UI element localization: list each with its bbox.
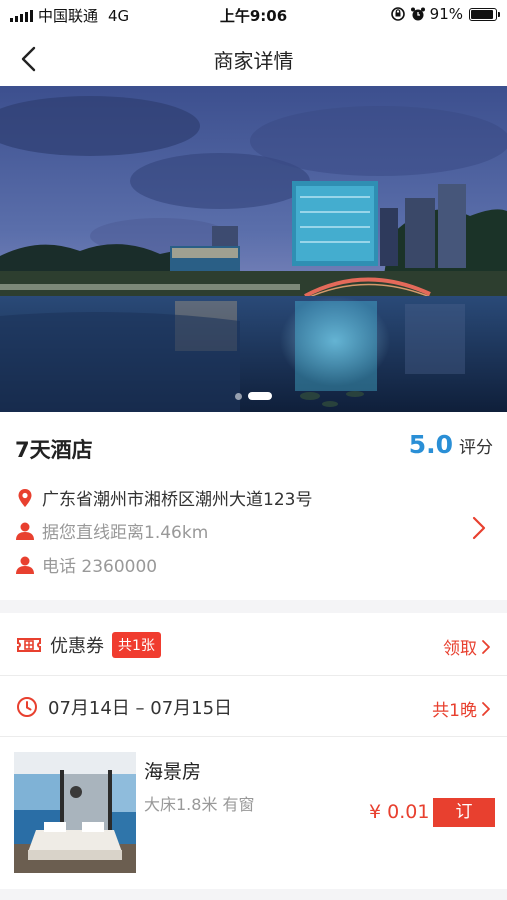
person-icon (15, 521, 35, 541)
hero-carousel[interactable] (0, 86, 507, 412)
section-divider (0, 600, 507, 613)
book-button[interactable]: 订 (433, 798, 495, 827)
date-picker[interactable]: 07月14日 – 07月15日 (16, 694, 232, 720)
nights-selector[interactable]: 共1晚 (432, 696, 491, 721)
back-button[interactable] (12, 42, 46, 76)
nav-bar: 商家详情 (0, 30, 507, 86)
battery-icon (469, 7, 500, 21)
chevron-left-icon (21, 46, 36, 72)
carousel-indicator (0, 392, 507, 400)
distance-row[interactable]: 据您直线距离1.46km (15, 518, 208, 543)
coupon-label: 优惠券 (50, 636, 104, 657)
battery-percent: 91% (429, 5, 463, 23)
hotel-photo (0, 86, 507, 412)
merchant-detail-page: 中国联通 4G 上午9:06 91% 商家详情 7天酒店 5.0 评分 广东省潮… (0, 0, 507, 900)
chevron-right-icon (482, 639, 490, 654)
chevron-right-icon (472, 516, 486, 540)
hotel-rating: 5.0 评分 (409, 430, 493, 459)
status-bar: 中国联通 4G 上午9:06 91% (0, 0, 507, 30)
date-row[interactable]: 07月14日 – 07月15日 共1晚 (0, 676, 507, 736)
address-text: 广东省潮州市湘桥区潮州大道123号 (42, 490, 313, 510)
nights-label: 共1晚 (432, 701, 477, 721)
location-pin-icon (15, 488, 35, 508)
clock-icon (16, 696, 38, 718)
claim-coupon-label: 领取 (443, 639, 477, 659)
claim-coupon-button[interactable]: 领取 (443, 634, 491, 659)
room-name: 海景房 (144, 761, 202, 783)
carousel-dot[interactable] (235, 392, 242, 400)
coupon-count-badge: 共1张 (112, 632, 161, 658)
section-divider (0, 889, 507, 900)
coupon-label-group: 优惠券 共1张 (16, 632, 161, 658)
phone-row[interactable]: 电话 2360000 (15, 552, 157, 577)
chevron-right-icon (482, 701, 490, 716)
carousel-dot[interactable] (248, 392, 272, 400)
alarm-icon (410, 7, 425, 21)
rating-unit: 评分 (459, 438, 493, 458)
room-description: 大床1.8米 有窗 (144, 795, 255, 814)
hotel-name: 7天酒店 (15, 438, 93, 462)
room-item[interactable]: 海景房 大床1.8米 有窗 ¥ 0.01 订 (0, 737, 507, 889)
hotel-info: 7天酒店 5.0 评分 广东省潮州市湘桥区潮州大道123号 据您直线距离1.46… (0, 412, 507, 600)
distance-text: 据您直线距离1.46km (42, 523, 209, 543)
ticket-icon (16, 635, 42, 655)
room-photo[interactable] (14, 752, 136, 873)
coupon-row[interactable]: 优惠券 共1张 领取 (0, 613, 507, 675)
address-row[interactable]: 广东省潮州市湘桥区潮州大道123号 (15, 485, 312, 510)
room-price: ¥ 0.01 (369, 801, 430, 823)
person-icon (15, 555, 35, 575)
map-navigate-button[interactable] (467, 516, 491, 540)
page-title: 商家详情 (213, 49, 294, 73)
phone-text: 电话 2360000 (42, 557, 158, 577)
date-range: 07月14日 – 07月15日 (48, 698, 233, 719)
orientation-lock-icon (390, 7, 405, 21)
rating-score: 5.0 (408, 430, 453, 459)
battery-fill (471, 9, 493, 19)
status-bar-right: 91% (390, 5, 500, 23)
